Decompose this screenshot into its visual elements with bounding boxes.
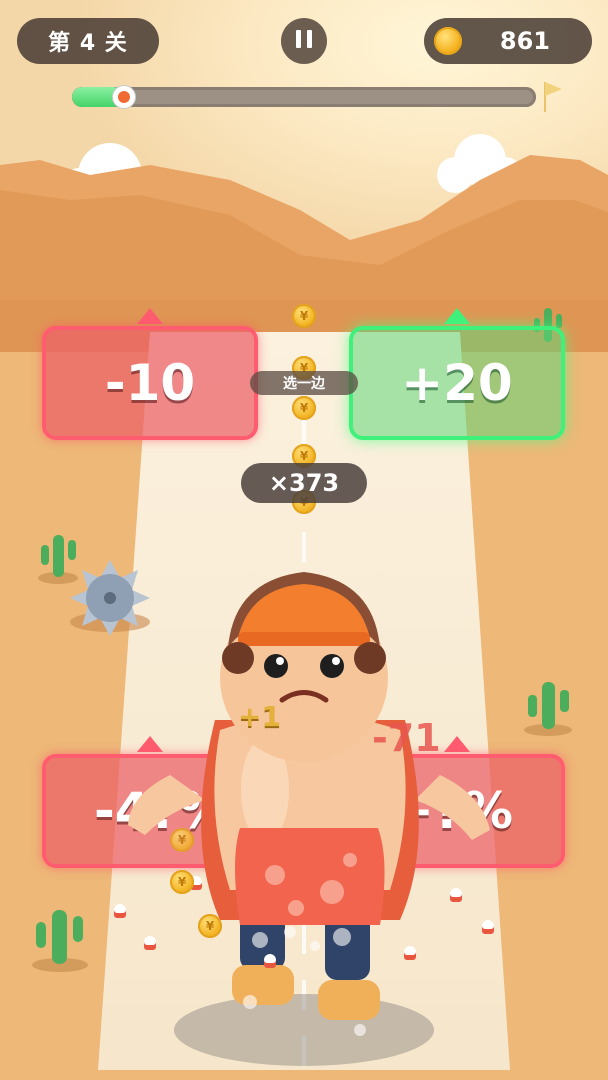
pause-icon: [293, 30, 315, 52]
level-indicator: 第 4 关: [17, 18, 159, 64]
gate-arrow-icon: [137, 308, 163, 324]
level-progress-bar: [72, 87, 536, 107]
coin-icon: [434, 27, 462, 55]
gate-left-value: -10: [104, 354, 196, 412]
gate-arrow-icon: [444, 308, 470, 324]
coin-icon: ¥: [170, 870, 194, 894]
coin-icon: ¥: [292, 396, 316, 420]
loss-popup-text: -71: [372, 716, 441, 760]
pause-button[interactable]: [281, 18, 327, 64]
gain-popup-text: +1: [238, 700, 281, 733]
crowd-follower: [404, 946, 416, 960]
gate-right-add[interactable]: +20: [349, 326, 565, 440]
crowd-multiplier: ×373: [241, 463, 367, 503]
choose-side-label: 选一边: [283, 376, 325, 392]
crowd-follower: [114, 904, 126, 918]
level-label: 第 4 关: [48, 31, 128, 56]
crowd-follower: [482, 920, 494, 934]
coin-icon: ¥: [292, 304, 316, 328]
gate-left-subtract[interactable]: -10: [42, 326, 258, 440]
coin-counter: 861: [424, 18, 592, 64]
crowd-follower: [450, 888, 462, 902]
loss-popup: -71: [372, 716, 441, 760]
progress-marker: [113, 86, 135, 108]
crowd-follower: [264, 954, 276, 968]
coin-icon: ¥: [198, 914, 222, 938]
choose-side-hint: 选一边: [250, 371, 358, 395]
player-character: [128, 572, 490, 1036]
coin-count: 861: [499, 27, 550, 55]
multiplier-label: ×373: [268, 469, 340, 497]
crowd-follower: [144, 936, 156, 950]
gate-right-value: +20: [401, 354, 513, 412]
gain-popup: +1: [238, 700, 281, 733]
coin-icon: ¥: [170, 828, 194, 852]
